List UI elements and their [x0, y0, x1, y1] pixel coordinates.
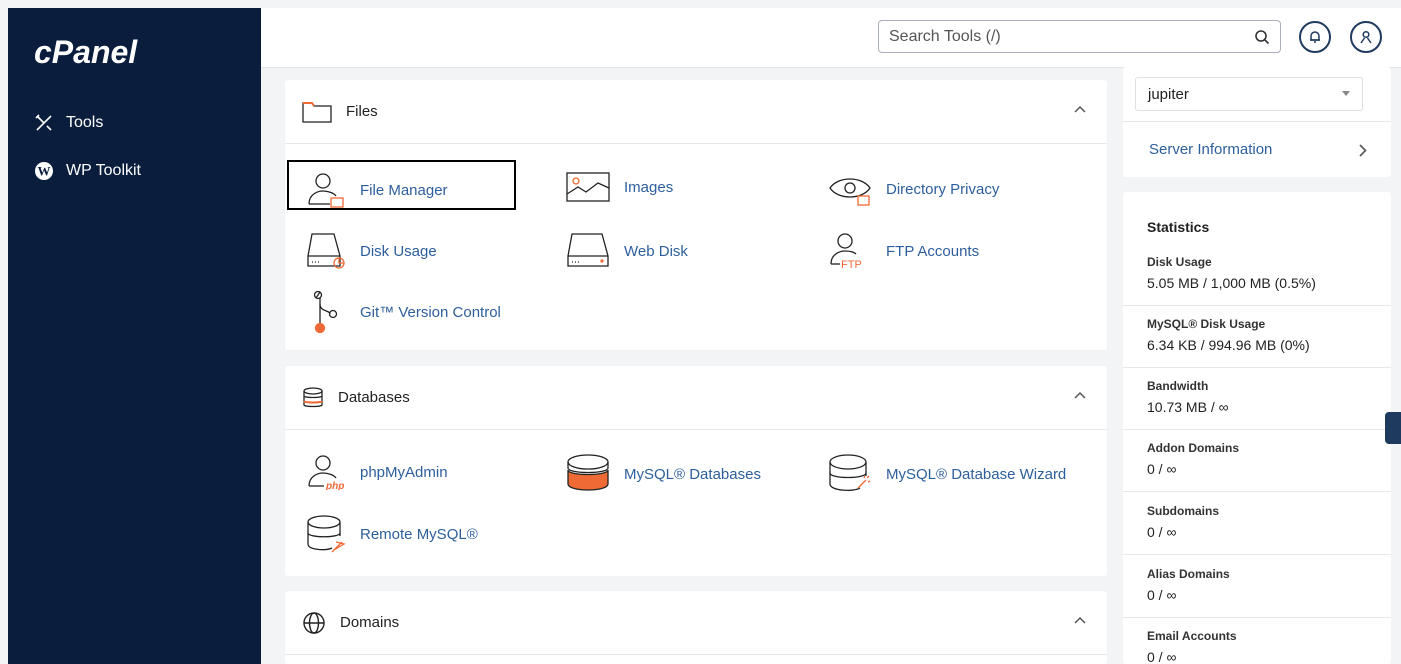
theme-card: jupiter Server Information	[1123, 67, 1391, 177]
domains-panel: Domains	[285, 591, 1107, 664]
tool-mysql-database-wizard[interactable]: MySQL® Database Wizard	[828, 454, 1066, 494]
chevron-up-icon[interactable]	[1073, 104, 1087, 114]
stat-value: 0 / ∞	[1147, 587, 1177, 603]
theme-selected-value: jupiter	[1148, 85, 1189, 103]
stat-label: Subdomains	[1147, 504, 1220, 518]
user-menu-button[interactable]	[1350, 21, 1382, 53]
tool-label: Web Disk	[624, 242, 688, 260]
files-panel-header[interactable]: Files	[285, 80, 1107, 144]
cpanel-logo[interactable]: cPanel	[32, 32, 172, 72]
svg-text:FTP: FTP	[841, 259, 862, 270]
feedback-tab[interactable]	[1385, 412, 1401, 444]
web-disk-icon	[567, 233, 609, 267]
stat-value: 0 / ∞	[1147, 524, 1177, 540]
chevron-right-icon	[1359, 144, 1367, 157]
sidebar-item-label: Tools	[66, 114, 104, 131]
images-icon	[566, 172, 610, 202]
stat-alias-domains: Alias Domains 0 / ∞	[1123, 567, 1391, 618]
chevron-up-icon[interactable]	[1073, 615, 1087, 625]
stat-disk-usage: Disk Usage 5.05 MB / 1,000 MB (0.5%)	[1123, 255, 1391, 306]
sidebar: cPanel Tools W WP Toolkit	[8, 8, 261, 664]
tool-label: Images	[624, 178, 674, 196]
svg-text:php: php	[325, 481, 344, 490]
remote-mysql-icon	[307, 515, 346, 553]
stat-value: 0 / ∞	[1147, 649, 1177, 664]
stat-label: Alias Domains	[1147, 567, 1230, 581]
caret-down-icon	[1342, 91, 1350, 96]
domains-panel-header[interactable]: Domains	[285, 591, 1107, 655]
tool-disk-usage[interactable]: Disk Usage	[306, 232, 437, 270]
search-icon[interactable]	[1254, 29, 1270, 45]
tool-label: Directory Privacy	[886, 180, 1000, 198]
tool-label: phpMyAdmin	[360, 463, 448, 481]
statistics-card: Statistics Disk Usage 5.05 MB / 1,000 MB…	[1123, 192, 1391, 664]
tools-icon	[35, 114, 52, 131]
stat-addon-domains: Addon Domains 0 / ∞	[1123, 441, 1391, 492]
tool-images[interactable]: Images	[566, 172, 673, 202]
directory-privacy-icon	[829, 178, 871, 206]
bell-icon	[1310, 31, 1320, 43]
databases-panel-header[interactable]: Databases	[285, 366, 1107, 430]
file-manager-icon	[308, 173, 344, 208]
stat-value: 5.05 MB / 1,000 MB (0.5%)	[1147, 275, 1316, 291]
sidebar-item-label: WP Toolkit	[66, 162, 141, 179]
tool-label: Git™ Version Control	[360, 303, 501, 321]
section-title: Databases	[338, 389, 410, 406]
tool-label: Disk Usage	[360, 242, 437, 260]
tool-file-manager[interactable]: File Manager	[306, 172, 448, 208]
mysql-databases-icon	[567, 454, 609, 491]
tool-label: File Manager	[360, 181, 448, 199]
tool-git-version-control[interactable]: Git™ Version Control	[306, 290, 501, 334]
tool-phpmyadmin[interactable]: php phpMyAdmin	[306, 454, 448, 490]
database-icon	[303, 386, 323, 407]
top-header: Search Tools (/)	[261, 8, 1401, 68]
user-icon	[1360, 30, 1372, 44]
stat-subdomains: Subdomains 0 / ∞	[1123, 504, 1391, 555]
tool-label: MySQL® Database Wizard	[886, 465, 1067, 483]
phpmyadmin-icon: php	[308, 455, 344, 490]
stat-label: Addon Domains	[1147, 441, 1239, 455]
tool-ftp-accounts[interactable]: FTP FTP Accounts	[828, 232, 979, 270]
section-title: Files	[346, 103, 378, 120]
tool-directory-privacy[interactable]: Directory Privacy	[828, 172, 999, 206]
disk-usage-icon	[307, 233, 345, 269]
theme-select[interactable]: jupiter	[1135, 77, 1363, 111]
files-panel: Files File Manager Images Directory Priv…	[285, 80, 1107, 350]
folder-icon	[302, 101, 332, 123]
stat-bandwidth: Bandwidth 10.73 MB / ∞	[1123, 379, 1391, 430]
tool-mysql-databases[interactable]: MySQL® Databases	[566, 454, 761, 494]
stat-label: Bandwidth	[1147, 379, 1209, 393]
tool-remote-mysql[interactable]: Remote MySQL®	[306, 514, 478, 554]
sidebar-item-tools[interactable]: Tools	[34, 113, 103, 133]
mysql-wizard-icon	[829, 454, 871, 491]
notifications-button[interactable]	[1299, 21, 1331, 53]
tool-web-disk[interactable]: Web Disk	[566, 232, 688, 270]
stat-label: MySQL® Disk Usage	[1147, 317, 1266, 331]
search-placeholder: Search Tools (/)	[889, 27, 1001, 45]
statistics-title: Statistics	[1147, 219, 1210, 235]
chevron-up-icon[interactable]	[1073, 390, 1087, 400]
tool-label: Remote MySQL®	[360, 525, 478, 543]
server-information-link[interactable]: Server Information	[1123, 121, 1391, 177]
stat-label: Email Accounts	[1147, 629, 1237, 643]
svg-text:W: W	[38, 164, 51, 179]
stat-email-accounts: Email Accounts 0 / ∞	[1123, 629, 1391, 664]
stat-value: 0 / ∞	[1147, 461, 1177, 477]
databases-panel: Databases php phpMyAdmin MySQL® Database…	[285, 366, 1107, 576]
globe-icon	[303, 611, 325, 634]
section-title: Domains	[340, 614, 400, 631]
tool-label: MySQL® Databases	[624, 465, 761, 483]
svg-text:cPanel: cPanel	[34, 34, 138, 70]
wordpress-icon: W	[35, 162, 53, 180]
stat-label: Disk Usage	[1147, 255, 1212, 269]
git-icon	[313, 290, 338, 334]
server-information-label: Server Information	[1149, 141, 1273, 158]
stat-mysql-disk-usage: MySQL® Disk Usage 6.34 KB / 994.96 MB (0…	[1123, 317, 1391, 368]
stat-value: 6.34 KB / 994.96 MB (0%)	[1147, 337, 1310, 353]
stat-value: 10.73 MB / ∞	[1147, 399, 1229, 415]
sidebar-item-wp-toolkit[interactable]: W WP Toolkit	[34, 161, 141, 181]
search-input[interactable]: Search Tools (/)	[878, 20, 1281, 53]
ftp-accounts-icon: FTP	[830, 233, 862, 270]
tool-label: FTP Accounts	[886, 242, 980, 260]
